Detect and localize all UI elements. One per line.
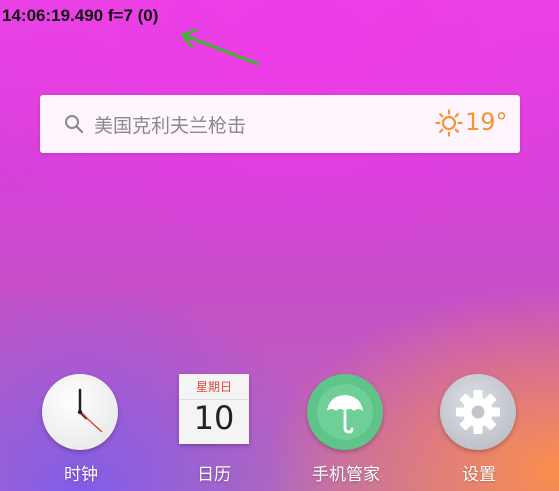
umbrella-icon[interactable] [307,374,385,452]
dock-label-settings: 设置 [462,465,496,485]
search-query-text[interactable]: 美国克利夫兰枪击 [94,111,246,138]
temperature-label[interactable]: 19° [465,108,508,136]
dock-app-clock[interactable]: 时钟 [36,374,126,485]
clock-icon[interactable] [42,374,120,452]
search-icon [65,115,84,134]
gear-icon[interactable] [440,374,518,452]
search-bar[interactable]: 美国克利夫兰枪击 19° [40,95,520,153]
dock-app-calendar[interactable]: 星期日 10 日历 [169,374,259,485]
sun-icon[interactable] [435,109,463,137]
dock-app-phone-manager[interactable]: 手机管家 [301,374,391,485]
calendar-icon[interactable]: 星期日 10 [175,374,253,452]
calendar-weekday: 星期日 [195,380,232,394]
dock-app-settings[interactable]: 设置 [434,374,524,485]
calendar-day-number: 10 [193,399,235,437]
dock-label-clock: 时钟 [64,465,98,485]
dock-label-calendar: 日历 [197,465,231,485]
dock-label-phone-manager: 手机管家 [312,465,380,485]
